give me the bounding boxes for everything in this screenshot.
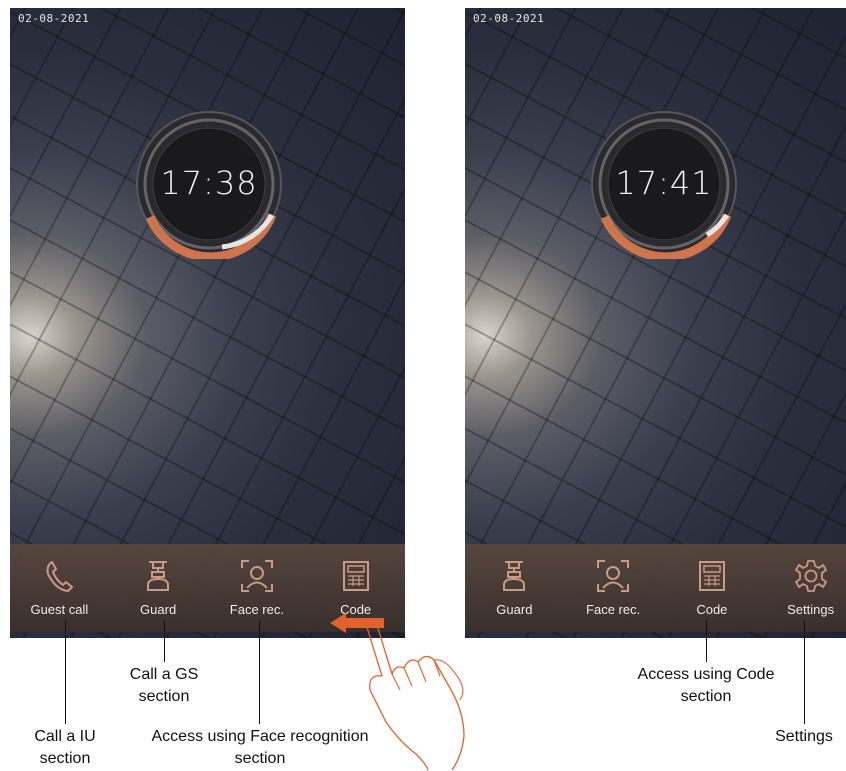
keypad-icon [342,558,370,594]
settings-button[interactable]: Settings [761,544,846,632]
guest-call-label: Guest call [30,602,89,617]
guard-icon [144,558,172,594]
guard-button[interactable]: Guard [109,544,208,632]
annotation-code: Access using Code section [637,666,775,705]
home-screen-left: 02-08-2021 17:38 Guest call Guard Face r… [10,8,405,638]
clock-widget: 17:38 [132,109,286,259]
phone-icon [44,558,74,594]
clock-widget: 17:41 [587,109,741,259]
face-rec-label: Face rec. [229,602,284,617]
code-label: Code [696,602,728,617]
guard-label: Guard [140,602,177,617]
date-display: 02-08-2021 [473,12,545,25]
callout-line-code [706,620,707,662]
guard-label: Guard [496,602,533,617]
guard-icon [500,558,528,594]
face-rec-button[interactable]: Face rec. [564,544,663,632]
face-rec-button[interactable]: Face rec. [208,544,307,632]
annotation-call-iu: Call a IU section [34,728,96,767]
callout-line-guest-call [65,620,66,724]
date-display: 02-08-2021 [18,12,90,25]
callout-line-settings [804,620,805,724]
keypad-icon [698,558,726,594]
annotation-call-gs: Call a GS section [129,666,199,705]
gear-icon [794,558,828,594]
callout-line-guard [164,620,165,662]
clock-time: 17:38 [160,164,258,202]
taskbar: Guard Face rec. Code Settings [465,544,846,632]
face-scan-icon [240,558,274,594]
face-rec-label: Face rec. [586,602,641,617]
home-screen-right: 02-08-2021 17:41 Guard Face rec. Code Se… [465,8,846,638]
guest-call-button[interactable]: Guest call [10,544,109,632]
guard-button[interactable]: Guard [465,544,564,632]
clock-time: 17:41 [615,164,713,202]
annotation-face-rec: Access using Face recognition section [151,728,369,767]
face-scan-icon [596,558,630,594]
callout-line-face-rec [259,620,260,724]
annotation-settings: Settings [775,728,833,745]
code-button[interactable]: Code [663,544,762,632]
settings-label: Settings [787,602,835,617]
